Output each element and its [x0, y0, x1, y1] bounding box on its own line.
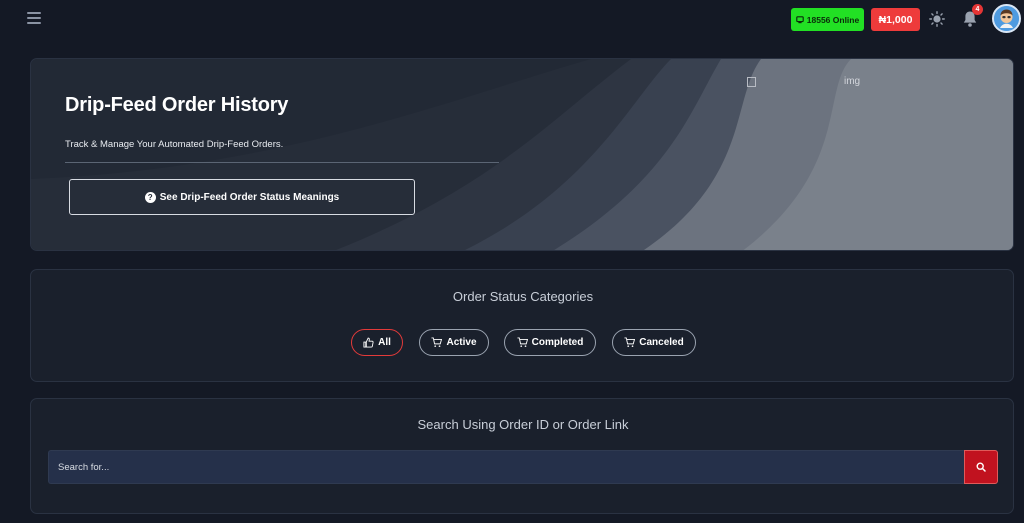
category-all-label: All: [378, 337, 391, 348]
page-subtitle: Track & Manage Your Automated Drip-Feed …: [65, 139, 284, 150]
cart-icon: [624, 337, 636, 347]
thumbs-up-icon: [363, 337, 374, 348]
hero-image: img: [747, 76, 860, 87]
notification-count-badge: 4: [972, 4, 983, 15]
search-icon: [976, 462, 986, 472]
search-title: Search Using Order ID or Order Link: [417, 417, 629, 432]
page-title: Drip-Feed Order History: [65, 94, 289, 116]
category-canceled-label: Canceled: [639, 337, 684, 348]
online-count-text: 18556 Online: [806, 14, 860, 25]
balance-text: ₦1,000: [878, 13, 913, 26]
balance-badge[interactable]: ₦1,000: [871, 8, 920, 31]
question-circle-icon: ?: [144, 191, 156, 203]
category-active-label: Active: [446, 337, 477, 348]
category-active-button[interactable]: Active: [419, 329, 489, 356]
hero-background-waves: [31, 59, 1013, 250]
categories-title: Order Status Categories: [452, 289, 594, 304]
users-icon: [796, 15, 804, 23]
menu-icon[interactable]: [27, 12, 41, 24]
category-canceled-button[interactable]: Canceled: [612, 329, 696, 356]
user-avatar-icon: [994, 6, 1019, 31]
top-bar: 18556 Online ₦1,000 4: [0, 0, 1024, 38]
category-all-button[interactable]: All: [351, 329, 403, 356]
hero-divider: [65, 162, 499, 163]
search-input[interactable]: [48, 450, 964, 484]
avatar[interactable]: [992, 4, 1021, 33]
sun-icon[interactable]: [929, 11, 945, 27]
status-meanings-button[interactable]: ? See Drip-Feed Order Status Meanings: [69, 179, 415, 215]
category-completed-label: Completed: [531, 337, 584, 348]
broken-image-icon: [747, 77, 756, 87]
category-completed-button[interactable]: Completed: [504, 329, 596, 356]
search-button[interactable]: [964, 450, 998, 484]
status-meanings-label: See Drip-Feed Order Status Meanings: [159, 191, 340, 203]
cart-icon: [517, 337, 528, 347]
search-card: Search Using Order ID or Order Link: [30, 398, 1014, 514]
cart-icon: [431, 337, 443, 347]
online-users-badge: 18556 Online: [791, 8, 864, 31]
status-categories-card: Order Status Categories All Active Compl…: [30, 269, 1014, 382]
hero-image-alt-text: img: [844, 76, 861, 87]
hero-card: Drip-Feed Order History Track & Manage Y…: [30, 58, 1014, 251]
